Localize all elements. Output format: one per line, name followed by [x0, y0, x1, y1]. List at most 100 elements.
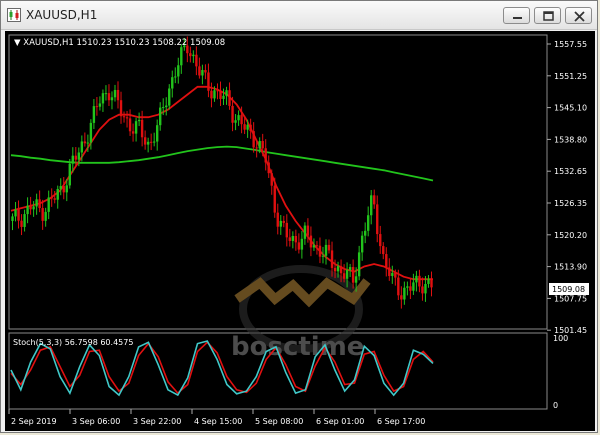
candle-body — [228, 90, 231, 106]
candle-body — [122, 116, 126, 118]
stochastic-lines — [10, 340, 434, 397]
time-tick-label: 4 Sep 15:00 — [194, 417, 242, 426]
title-bar[interactable]: XAUUSD,H1 — [1, 1, 597, 30]
price-tick-label: 1507.75 — [554, 294, 587, 303]
candle-body — [98, 103, 102, 107]
candle-body — [68, 163, 71, 186]
candle-body — [56, 188, 59, 200]
candle-body — [424, 283, 427, 294]
candle-body — [376, 204, 379, 235]
candle-body — [339, 266, 343, 274]
candle-body — [348, 267, 352, 270]
candle-body — [373, 195, 376, 205]
current-price-tag: 1509.08 — [549, 283, 589, 295]
candle-body — [165, 105, 168, 108]
candle-body — [219, 90, 222, 99]
candle-body — [403, 287, 406, 300]
candle-body — [297, 242, 301, 250]
candle-body — [155, 125, 159, 142]
candle-body — [427, 278, 430, 284]
candle-body — [333, 267, 337, 272]
candle-body — [270, 173, 273, 186]
candle-body — [159, 107, 162, 126]
candle-body — [312, 245, 316, 248]
restore-button[interactable] — [534, 7, 561, 24]
candle-body — [86, 142, 90, 144]
candle-body — [83, 141, 87, 144]
candle-body — [222, 95, 225, 99]
candle-body — [397, 277, 400, 296]
candle-body — [285, 222, 289, 238]
price-tick-label: 1557.55 — [554, 40, 587, 49]
close-button[interactable] — [565, 7, 592, 24]
candle-body — [309, 235, 313, 248]
candle-body — [140, 119, 144, 138]
candle-body — [234, 120, 237, 123]
candle-body — [246, 124, 249, 130]
candle-body — [288, 237, 292, 241]
candle-body — [351, 267, 355, 283]
candle-body — [59, 186, 62, 189]
candle-body — [261, 140, 264, 149]
candle-body — [11, 216, 14, 221]
candle-body — [216, 90, 219, 92]
chart-canvas[interactable]: bosctime ▼ XAUUSD,H1 1510.23 1510.23 150… — [5, 31, 595, 431]
minimize-button[interactable] — [503, 7, 530, 24]
time-axis: 2 Sep 2019 3 Sep 06:00 3 Sep 22:00 4 Sep 15… — [8, 409, 425, 426]
candle-body — [294, 235, 298, 243]
candle-body — [71, 155, 74, 164]
candle-body — [32, 206, 35, 210]
candle-body — [330, 250, 334, 268]
candle-body — [385, 254, 388, 268]
candle-body — [26, 205, 29, 215]
candle-body — [321, 255, 325, 257]
restore-icon — [543, 11, 554, 21]
candle-body — [44, 211, 47, 221]
candle-body — [249, 124, 252, 132]
candlestick-chart-icon — [7, 8, 21, 22]
close-icon — [574, 11, 585, 22]
candle-body — [276, 212, 279, 227]
candle-body — [177, 65, 180, 77]
candle-body — [279, 220, 282, 227]
candle-body — [101, 93, 105, 104]
candle-body — [357, 252, 361, 277]
candle-body — [189, 53, 192, 57]
candle-body — [143, 137, 147, 145]
candle-body — [116, 89, 120, 101]
candle-body — [345, 269, 349, 279]
candle-body — [360, 235, 364, 253]
candle-body — [35, 199, 38, 207]
candle-body — [342, 273, 346, 279]
candle-body — [415, 275, 418, 283]
candle-body — [366, 215, 370, 231]
candle-body — [201, 70, 204, 76]
candle-body — [412, 282, 415, 291]
chart-area[interactable]: bosctime ▼ XAUUSD,H1 1510.23 1510.23 150… — [5, 31, 595, 431]
candle-body — [104, 93, 108, 95]
candle-body — [80, 141, 84, 153]
candle-body — [300, 238, 304, 250]
candle-body — [128, 118, 132, 132]
candle-body — [29, 205, 32, 210]
candle-body — [430, 278, 433, 288]
candle-body — [20, 220, 23, 227]
candle-body — [315, 245, 319, 247]
candle-body — [110, 97, 114, 101]
time-tick-label: 2 Sep 2019 — [11, 417, 57, 426]
candle-body — [149, 141, 153, 143]
candle-body — [146, 141, 150, 145]
candle-body — [17, 209, 20, 221]
chart-symbol-label: ▼ XAUUSD,H1 1510.23 1510.23 1508.22 1509… — [14, 38, 225, 48]
candle-body — [74, 155, 78, 160]
candle-body — [125, 117, 129, 119]
candle-body — [204, 70, 207, 73]
candle-body — [400, 295, 403, 300]
time-tick-label: 3 Sep 22:00 — [133, 417, 181, 426]
candle-body — [50, 197, 53, 199]
candle-body — [192, 54, 195, 57]
candle-body — [418, 275, 421, 287]
candle-body — [14, 209, 17, 217]
candle-body — [406, 286, 409, 288]
candle-body — [168, 88, 171, 106]
